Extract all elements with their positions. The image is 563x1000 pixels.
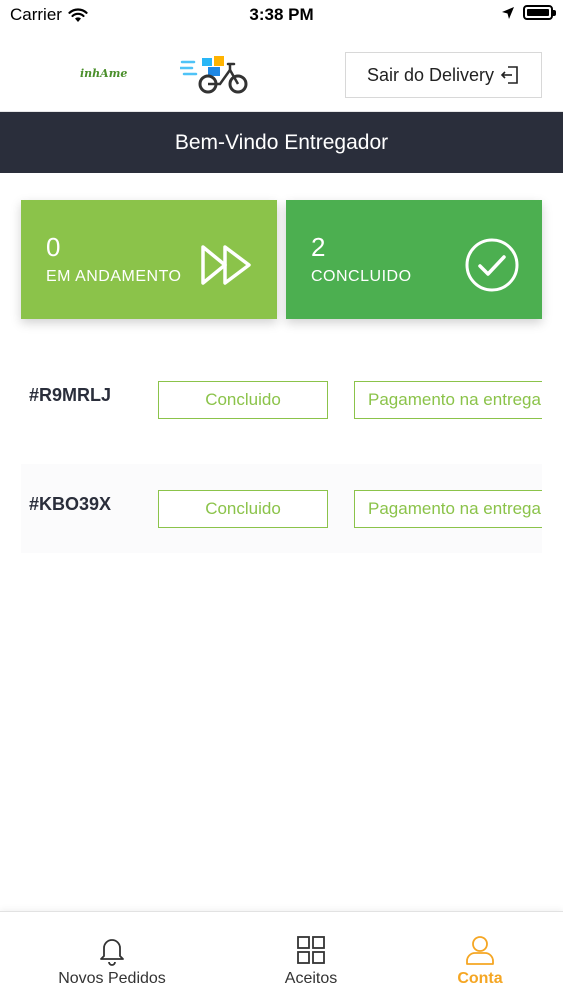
order-row[interactable]: #KBO39X Concluido Pagamento na entrega	[21, 464, 542, 553]
completed-label: CONCLUIDO	[311, 268, 412, 285]
welcome-banner: Bem-Vindo Entregador	[0, 112, 563, 173]
tab-account-label: Conta	[457, 970, 503, 987]
in-progress-label: EM ANDAMENTO	[46, 268, 182, 285]
battery-icon	[523, 5, 556, 20]
order-row[interactable]: #R9MRLJ Concluido Pagamento na entrega	[21, 355, 542, 444]
grid-icon	[297, 936, 325, 964]
tab-account[interactable]: Conta	[386, 912, 563, 1000]
delivery-bike-logo-icon	[180, 56, 248, 94]
exit-delivery-button[interactable]: Sair do Delivery	[345, 52, 542, 98]
in-progress-card[interactable]: 0 EM ANDAMENTO	[21, 200, 277, 319]
brand-logo-text: inhAme	[80, 67, 128, 80]
tab-new-orders[interactable]: Novos Pedidos	[18, 912, 206, 1000]
tab-accepted-label: Aceitos	[284, 970, 338, 987]
app-header: inhAme Sair do Delivery	[0, 30, 563, 112]
order-payment-badge: Pagamento na entrega	[354, 381, 542, 419]
tab-new-orders-label: Novos Pedidos	[58, 970, 166, 987]
order-status-badge: Concluido	[158, 490, 328, 528]
location-arrow-icon	[502, 6, 514, 19]
status-bar: Carrier 3:38 PM	[0, 0, 563, 30]
logout-icon	[500, 66, 518, 84]
bell-icon	[100, 939, 124, 966]
user-icon	[466, 936, 494, 965]
order-row-content: #KBO39X Concluido Pagamento na entrega	[21, 464, 542, 553]
status-icons	[501, 5, 556, 20]
completed-count: 2	[311, 232, 326, 262]
order-payment-badge: Pagamento na entrega	[354, 490, 542, 528]
in-progress-count: 0	[46, 232, 61, 262]
battery-level	[527, 9, 549, 16]
exit-delivery-label: Sair do Delivery	[366, 64, 495, 85]
order-row-content: #R9MRLJ Concluido Pagamento na entrega	[21, 355, 542, 444]
fast-forward-icon	[201, 245, 251, 285]
order-id: #R9MRLJ	[29, 385, 112, 405]
completed-card[interactable]: 2 CONCLUIDO	[286, 200, 542, 319]
screen: Carrier 3:38 PM inhAme Sair do Delivery …	[0, 0, 563, 1000]
order-status-badge: Concluido	[158, 381, 328, 419]
order-id: #KBO39X	[29, 494, 112, 514]
tab-accepted[interactable]: Aceitos	[217, 912, 405, 1000]
clock: 3:38 PM	[249, 5, 314, 24]
tab-bar: Novos Pedidos Aceitos Conta	[0, 911, 563, 1000]
welcome-title: Bem-Vindo Entregador	[174, 130, 389, 154]
check-circle-icon	[465, 238, 519, 292]
